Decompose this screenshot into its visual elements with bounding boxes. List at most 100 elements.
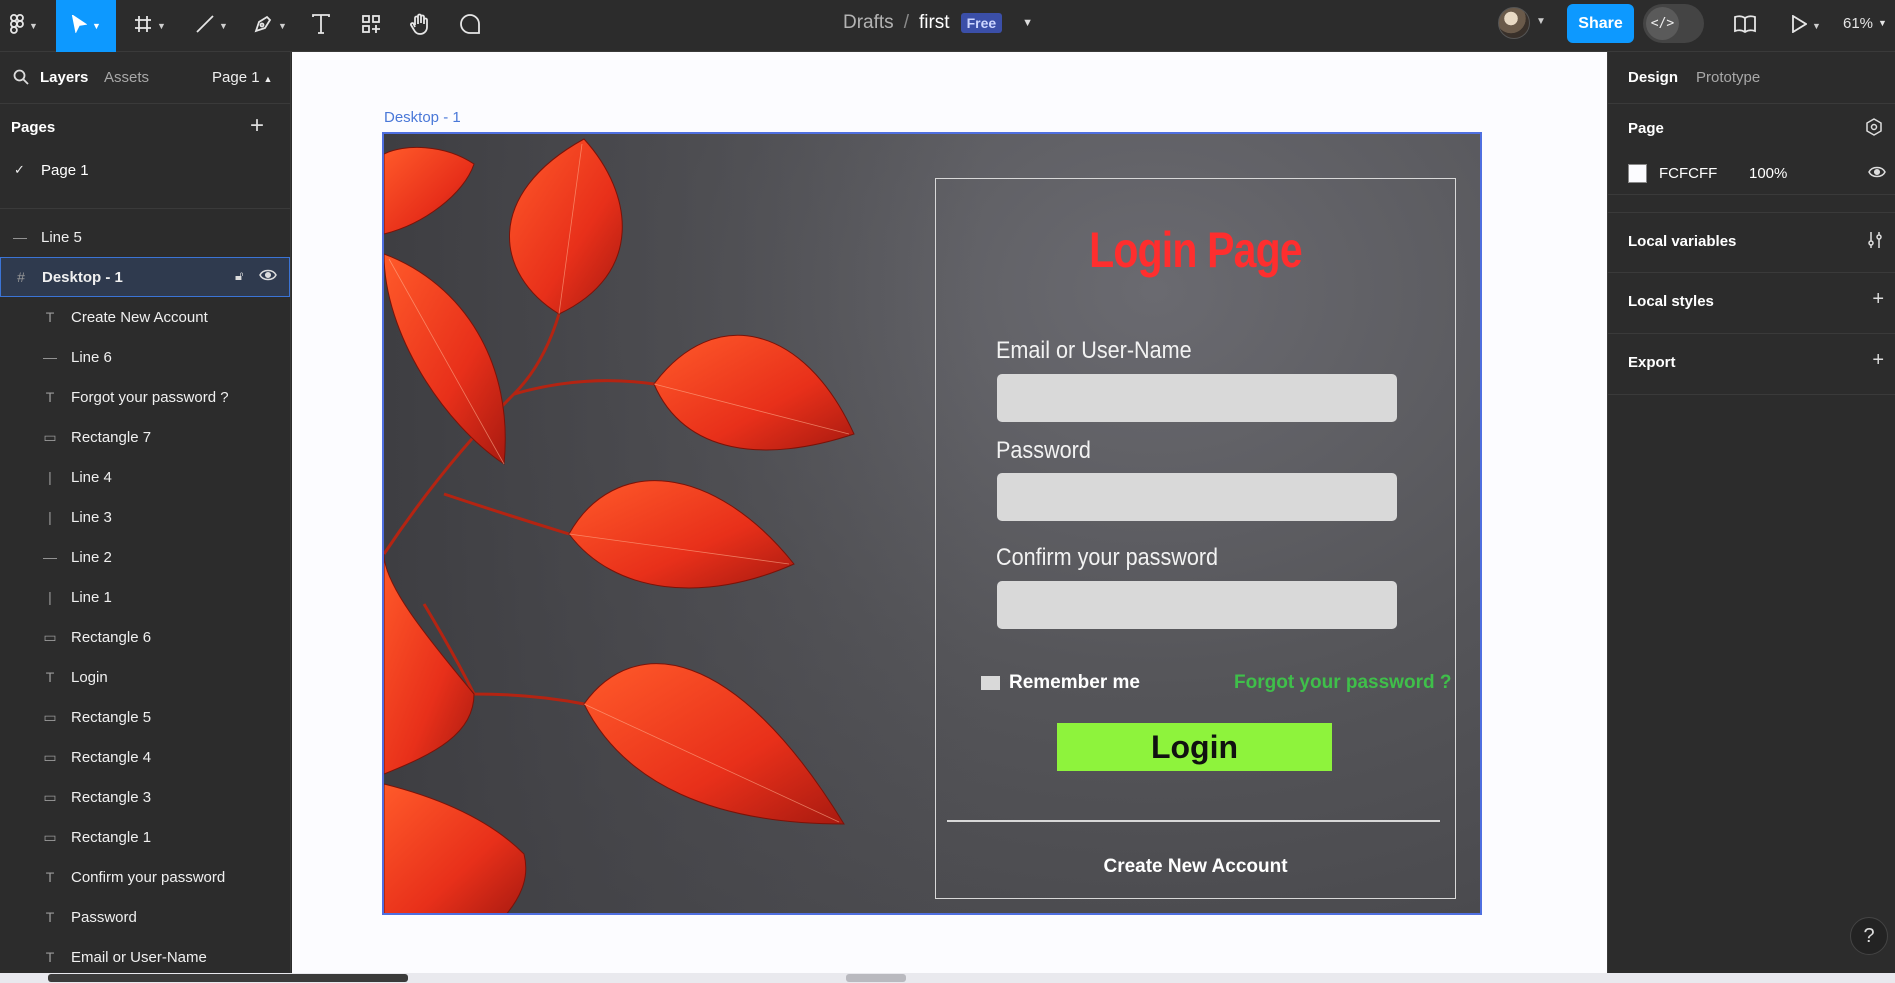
rectangle-icon: ▭ [43,828,57,845]
confirm-password-label[interactable]: Confirm your password [996,544,1218,572]
play-icon [1791,13,1808,38]
help-button[interactable]: ? [1850,917,1888,955]
layer-item[interactable]: ▭ Rectangle 7 [0,417,290,457]
page-color-hex[interactable]: FCFCFF [1659,165,1717,182]
unlock-icon[interactable]: 🔓︎ [235,269,243,284]
present-button[interactable]: ▼ [1786,0,1826,52]
layer-item-label: Line 1 [71,588,112,606]
desktop-frame[interactable]: Login Page Email or User-Name Password C… [382,132,1482,915]
tab-assets[interactable]: Assets [104,69,149,86]
move-tool-button[interactable]: ▼ [56,0,116,52]
layer-item[interactable]: | Line 3 [0,497,290,537]
remember-checkbox[interactable] [981,676,1000,690]
login-form-container: Login Page Email or User-Name Password C… [935,178,1456,899]
chevron-down-icon[interactable]: ▼ [1536,16,1546,27]
password-label[interactable]: Password [996,437,1091,465]
file-name[interactable]: first [919,12,950,34]
frame-tool-button[interactable]: ▼ [128,0,172,52]
canvas-scroll-thumb[interactable] [846,974,906,982]
layers-list: — Line 5 # Desktop - 1 🔓︎ T Create New Account… [0,217,290,977]
tab-prototype[interactable]: Prototype [1696,69,1760,86]
share-button[interactable]: Share [1567,4,1634,43]
chevron-up-icon: ▲ [263,74,273,84]
login-button[interactable]: Login [1057,723,1332,771]
local-variables-section[interactable]: Local variables [1608,212,1895,273]
page-item[interactable]: ✓ Page 1 [0,152,290,192]
comment-tool-button[interactable] [455,0,485,52]
library-button[interactable] [1730,0,1760,52]
tab-design[interactable]: Design [1628,69,1678,86]
layer-item[interactable]: ▭ Rectangle 5 [0,697,290,737]
page-color-swatch[interactable] [1628,164,1647,183]
eye-icon[interactable] [259,268,277,286]
avatar[interactable] [1498,7,1530,39]
plan-badge: Free [960,13,1003,33]
remember-label[interactable]: Remember me [1009,672,1140,694]
add-page-icon[interactable]: + [250,112,264,140]
page-opacity[interactable]: 100% [1749,165,1787,182]
layer-item[interactable]: — Line 6 [0,337,290,377]
pages-header: Pages + [0,104,290,152]
confirm-password-field[interactable] [997,581,1397,629]
layer-item[interactable]: | Line 4 [0,457,290,497]
layer-item[interactable]: T Password [0,897,290,937]
chevron-down-icon: ▼ [1812,21,1821,31]
layer-item[interactable]: T Email or User-Name [0,937,290,977]
layer-item[interactable]: ▭ Rectangle 3 [0,777,290,817]
page-item-label: Page 1 [41,162,89,179]
vertical-line-icon: | [48,509,52,525]
password-field[interactable] [997,473,1397,521]
layer-item[interactable]: # Desktop - 1 🔓︎ [0,257,290,297]
zoom-control[interactable]: 61% ▼ [1843,0,1887,46]
file-menu-chevron-icon[interactable]: ▼ [1022,17,1033,29]
layers-scroll-thumb[interactable] [48,974,408,982]
page-settings-icon[interactable] [1865,118,1883,142]
email-field[interactable] [997,374,1397,422]
layer-item[interactable]: | Line 1 [0,577,290,617]
figma-logo-icon [10,13,24,39]
layer-item[interactable]: ▭ Rectangle 6 [0,617,290,657]
frame-label[interactable]: Desktop - 1 [384,109,461,126]
horizontal-scrollbar[interactable] [0,973,1895,983]
design-canvas[interactable]: Desktop - 1 Login Page Email or User-Nam… [292,52,1607,973]
dev-mode-toggle[interactable]: </> [1643,4,1704,43]
line-icon: — [13,229,27,245]
local-styles-section[interactable]: Local styles + [1608,273,1895,334]
layer-item[interactable]: T Login [0,657,290,697]
layer-item-label: Forgot your password ? [71,388,229,406]
page-selector[interactable]: Page 1 ▲ [212,69,272,86]
layer-item[interactable]: — Line 5 [0,217,290,257]
text-icon: T [45,869,55,885]
export-section[interactable]: Export + [1608,334,1895,395]
frame-tool-icon [134,15,152,38]
pen-tool-button[interactable]: ▼ [248,0,292,52]
variables-settings-icon[interactable] [1866,231,1884,255]
rectangle-icon: ▭ [43,788,57,805]
search-icon[interactable] [13,69,29,90]
layer-item[interactable]: ▭ Rectangle 1 [0,817,290,857]
hand-tool-button[interactable] [405,0,435,52]
text-tool-button[interactable] [306,0,336,52]
visibility-eye-icon[interactable] [1868,165,1886,184]
layer-item[interactable]: ▭ Rectangle 4 [0,737,290,777]
layer-item[interactable]: T Create New Account [0,297,290,337]
line-icon: — [43,349,57,365]
create-account-link[interactable]: Create New Account [936,856,1455,878]
breadcrumb-drafts[interactable]: Drafts [843,12,894,34]
vertical-line-icon: | [48,589,52,605]
line-tool-button[interactable]: ▼ [190,0,234,52]
main-menu-button[interactable]: ▼ [0,0,48,52]
login-title[interactable]: Login Page [983,221,1409,279]
layer-item[interactable]: T Forgot your password ? [0,377,290,417]
layer-item-label: Rectangle 3 [71,788,152,806]
add-export-icon[interactable]: + [1872,349,1884,372]
components-icon [361,14,381,39]
tab-layers[interactable]: Layers [40,69,88,86]
forgot-password-link[interactable]: Forgot your password ? [1234,672,1451,694]
components-button[interactable] [356,0,386,52]
red-leaves-image[interactable] [384,134,984,915]
layer-item[interactable]: T Confirm your password [0,857,290,897]
email-label[interactable]: Email or User-Name [996,337,1192,365]
add-style-icon[interactable]: + [1872,288,1884,311]
layer-item[interactable]: — Line 2 [0,537,290,577]
